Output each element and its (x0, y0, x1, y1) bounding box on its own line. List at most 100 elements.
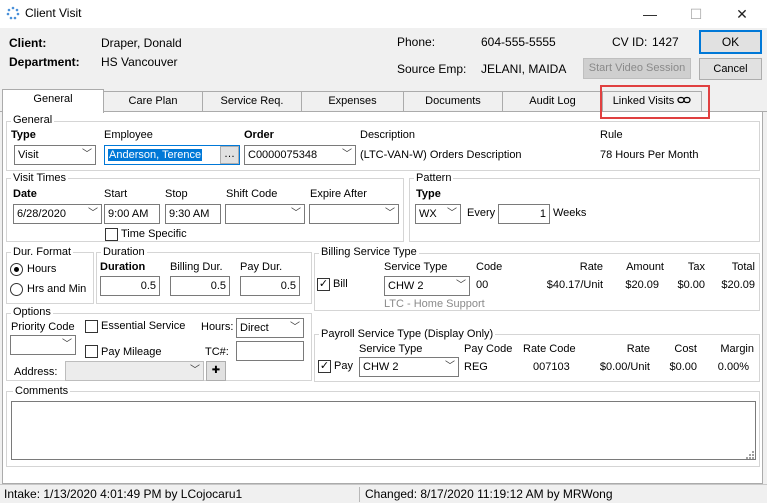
payroll-cost-value: $0.00 (669, 361, 697, 373)
tc-field[interactable] (236, 341, 304, 361)
chevron-down-icon: ﹀ (62, 339, 72, 350)
app-icon (6, 6, 20, 20)
date-label: Date (13, 188, 37, 200)
chevron-down-icon: ﹀ (290, 322, 300, 333)
tab-service-req[interactable]: Service Req. (202, 91, 302, 111)
essential-service-checkbox[interactable] (85, 320, 98, 333)
comments-group-label: Comments (13, 385, 71, 397)
billing-service-type-select[interactable]: CHW 2 ﹀ (384, 276, 470, 296)
priority-code-select[interactable]: ﹀ (10, 335, 76, 355)
add-address-button[interactable]: ✚ (206, 361, 226, 381)
rate-code-value: 007103 (533, 361, 570, 373)
close-button[interactable]: ✕ (719, 0, 765, 28)
weeks-label: Weeks (553, 207, 587, 219)
payroll-rate-label: Rate (626, 343, 650, 355)
pay-mileage-checkbox[interactable] (85, 345, 98, 358)
address-select[interactable]: ﹀ (65, 361, 204, 381)
employee-value: Anderson, Terence (108, 149, 203, 161)
pay-code-label: Pay Code (464, 343, 513, 355)
hrs-and-min-radio-label: Hrs and Min (27, 283, 87, 295)
tab-expenses[interactable]: Expenses (301, 91, 404, 111)
duration-field[interactable]: 0.5 (100, 276, 160, 296)
billing-service-type-label: Service Type (384, 261, 448, 273)
bill-checkbox[interactable]: ✓ (317, 278, 330, 291)
source-emp-label: Source Emp: (397, 62, 467, 76)
every-field[interactable]: 1 (498, 204, 550, 224)
rule-value: 78 Hours Per Month (600, 149, 699, 161)
duration-group-label: Duration (101, 246, 147, 258)
payroll-service-type-value: CHW 2 (363, 361, 399, 373)
date-picker[interactable]: 6/28/2020 ﹀ (13, 204, 102, 224)
tab-care-plan[interactable]: Care Plan (103, 91, 203, 111)
cancel-button[interactable]: Cancel (699, 58, 762, 80)
comments-textarea[interactable] (11, 401, 756, 460)
time-specific-label: Time Specific (121, 228, 187, 240)
chevron-down-icon: ﹀ (447, 208, 457, 219)
order-label: Order (244, 129, 274, 141)
payroll-cost-label: Cost (674, 343, 697, 355)
date-value: 6/28/2020 (17, 208, 66, 220)
tab-documents[interactable]: Documents (403, 91, 503, 111)
dur-format-group (6, 252, 94, 304)
resize-grip-icon[interactable] (745, 450, 755, 460)
pay-code-value: REG (464, 361, 488, 373)
payroll-group-label: Payroll Service Type (Display Only) (319, 328, 496, 340)
pattern-type-select[interactable]: WX ﹀ (415, 204, 461, 224)
client-label: Client: (9, 36, 47, 50)
pay-dur-field[interactable]: 0.5 (240, 276, 300, 296)
hours-radio[interactable] (10, 263, 23, 276)
payroll-rate-value: $0.00/Unit (599, 361, 650, 373)
description-label: Description (360, 129, 416, 141)
employee-lookup-button[interactable]: … (220, 146, 239, 164)
chevron-down-icon: ﹀ (445, 361, 455, 372)
billing-dur-field[interactable]: 0.5 (170, 276, 230, 296)
hrs-and-min-radio[interactable] (10, 283, 23, 296)
billing-rate-label: Rate (579, 261, 603, 273)
chevron-down-icon: ﹀ (385, 208, 395, 219)
billing-group-label: Billing Service Type (319, 246, 419, 258)
payroll-service-type-select[interactable]: CHW 2 ﹀ (359, 357, 459, 377)
chevron-down-icon: ﹀ (291, 208, 301, 219)
pay-label: Pay (334, 360, 353, 372)
department-label: Department: (9, 55, 80, 69)
type-select-value: Visit (18, 149, 39, 161)
duration-label: Duration (100, 261, 146, 273)
shift-code-select[interactable]: ﹀ (225, 204, 305, 224)
billing-tax-label: Tax (687, 261, 705, 273)
hours-select-value: Direct (240, 322, 269, 334)
expire-after-select[interactable]: ﹀ (309, 204, 399, 224)
hours-select[interactable]: Direct ﹀ (236, 318, 304, 338)
cvid-value: 1427 (652, 35, 679, 49)
rate-code-label: Rate Code (523, 343, 576, 355)
billing-total-label: Total (731, 261, 755, 273)
billing-amount-value: $20.09 (625, 279, 659, 291)
rule-label: Rule (600, 129, 623, 141)
billing-code-value: 00 (476, 279, 489, 291)
type-label: Type (11, 129, 36, 141)
every-label: Every (467, 207, 496, 219)
client-value: Draper, Donald (101, 36, 182, 50)
billing-code-label: Code (476, 261, 503, 273)
ok-button[interactable]: OK (699, 30, 762, 54)
time-specific-checkbox[interactable] (105, 228, 118, 241)
order-select[interactable]: C0000075348 ﹀ (244, 145, 356, 165)
billing-service-type-value: CHW 2 (388, 280, 424, 292)
title-bar: Client Visit — ☐ ✕ (0, 0, 767, 28)
start-time-field[interactable]: 9:00 AM (104, 204, 160, 224)
pay-checkbox[interactable]: ✓ (318, 360, 331, 373)
type-select[interactable]: Visit ﹀ (14, 145, 96, 165)
tab-general[interactable]: General (2, 89, 104, 113)
minimize-button[interactable]: — (627, 0, 673, 28)
chevron-down-icon: ﹀ (456, 280, 466, 291)
pattern-type-label: Type (416, 188, 441, 200)
start-video-session-button[interactable]: Start Video Session (583, 58, 691, 79)
stop-time-field[interactable]: 9:30 AM (165, 204, 221, 224)
tab-audit-log[interactable]: Audit Log (502, 91, 603, 111)
options-group-label: Options (11, 306, 53, 318)
billing-service-description: LTC - Home Support (384, 298, 485, 310)
maximize-button[interactable]: ☐ (673, 0, 719, 28)
payroll-service-type-label: Service Type (359, 343, 423, 355)
billing-tax-value: $0.00 (677, 279, 705, 291)
source-emp-value: JELANI, MAIDA (481, 62, 567, 76)
start-label: Start (104, 188, 128, 200)
